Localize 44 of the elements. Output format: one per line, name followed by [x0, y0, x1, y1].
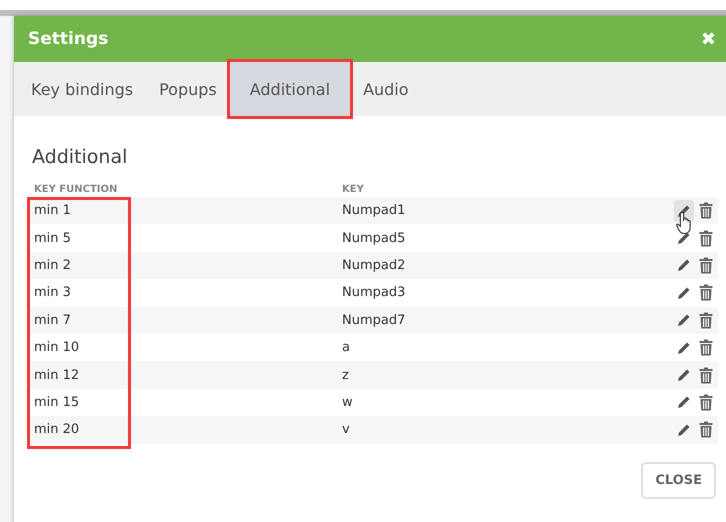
pencil-icon: [676, 312, 692, 328]
pencil-icon: [676, 284, 692, 301]
trash-icon: [699, 256, 713, 274]
pencil-icon: [676, 367, 692, 384]
trash-icon: [699, 202, 713, 220]
trash-icon: [699, 312, 713, 329]
table-cell-text: min 3: [33, 285, 72, 300]
table-cell-text: min 2: [33, 258, 72, 273]
table-cell-text: Numpad1: [342, 203, 406, 218]
tab[interactable]: Popups: [146, 62, 230, 116]
trash-icon: [699, 284, 713, 302]
pencil-icon: [676, 257, 692, 274]
pencil-icon: [676, 394, 692, 410]
table-cell-text: min 15: [33, 394, 80, 410]
table-cell-text: w: [342, 394, 354, 410]
trash-icon: [699, 394, 713, 411]
section-title: Additional: [32, 146, 128, 168]
table-cell-text: Numpad2: [342, 258, 406, 273]
table-cell-text: min 12: [33, 368, 80, 383]
table-cell-text: Numpad7: [342, 312, 406, 328]
trash-icon: [699, 230, 713, 247]
table-cell-text: v: [342, 422, 351, 438]
table-cell-text: min 1: [33, 203, 72, 218]
close-button[interactable]: CLOSE: [641, 462, 716, 499]
tab[interactable]: Audio: [350, 62, 422, 116]
trash-icon: [699, 339, 713, 356]
table-cell-text: min 7: [33, 312, 72, 328]
tab[interactable]: Additional: [230, 62, 350, 116]
table-cell-text: Numpad5: [342, 230, 406, 246]
table-cell-text: min 10: [33, 340, 80, 356]
tab[interactable]: Key bindings: [18, 62, 146, 116]
trash-icon: [699, 421, 713, 438]
table-cell-text: min 5: [33, 230, 72, 246]
table-cell-text: min 20: [33, 422, 80, 438]
pencil-icon: [676, 230, 692, 246]
window-title: Settings: [28, 29, 108, 49]
pencil-icon: [676, 422, 692, 438]
pencil-icon: [676, 340, 692, 356]
column-header: KEY FUNCTION: [33, 184, 118, 195]
table-cell-text: z: [342, 368, 350, 383]
column-header: KEY: [342, 184, 365, 195]
table-cell-text: Numpad3: [342, 285, 406, 300]
table-cell-text: a: [342, 340, 351, 356]
trash-icon: [699, 366, 713, 384]
